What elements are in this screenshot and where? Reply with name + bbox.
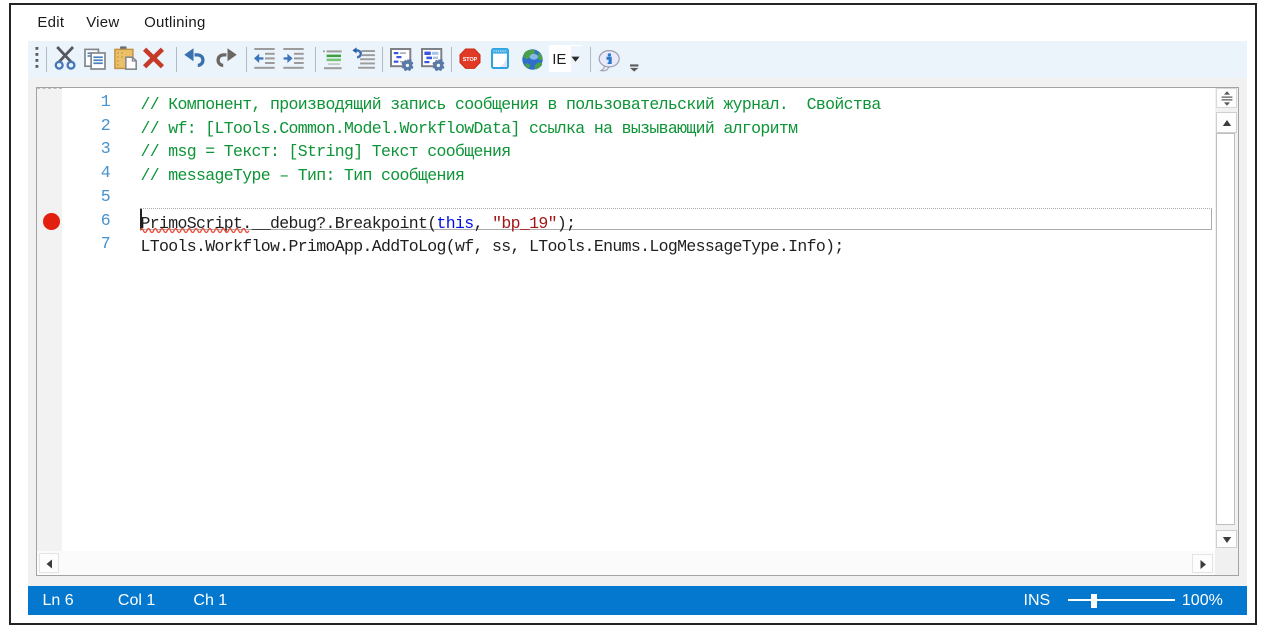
svg-text:STOP: STOP (463, 57, 478, 63)
